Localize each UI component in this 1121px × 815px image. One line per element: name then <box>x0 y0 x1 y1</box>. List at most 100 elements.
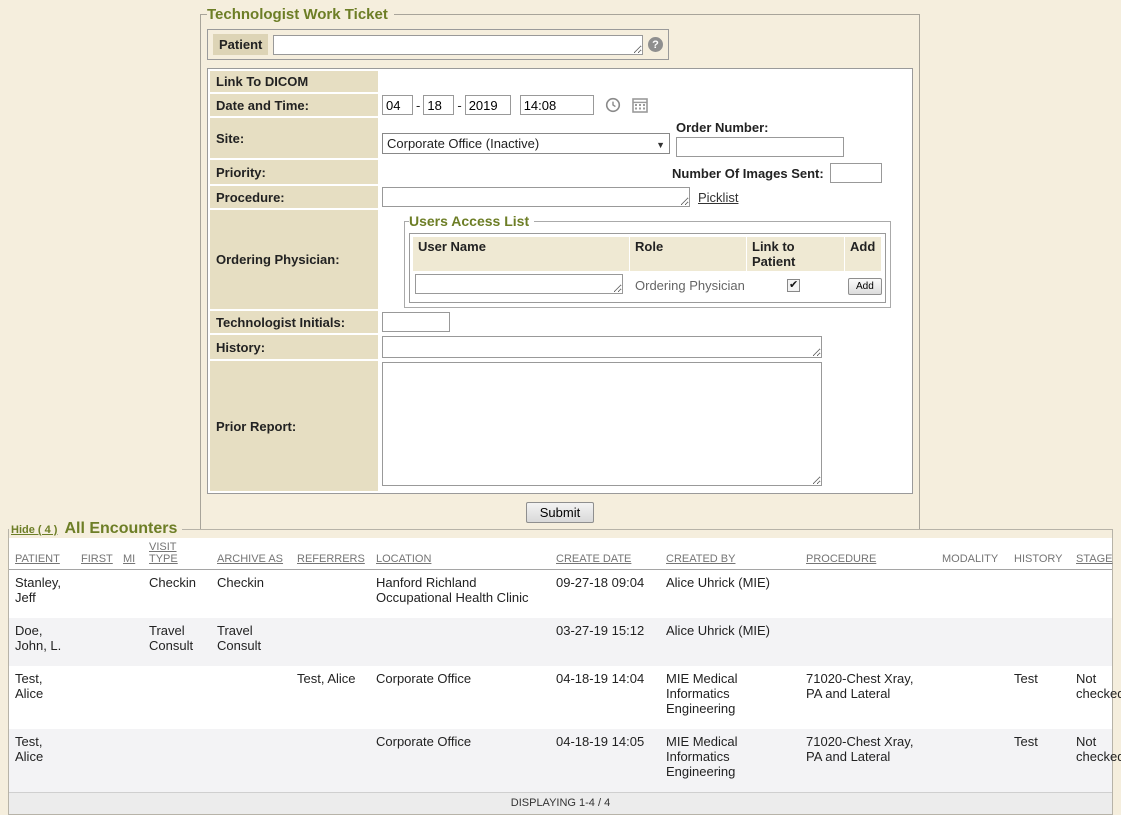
site-label: Site: <box>210 118 378 158</box>
cell-modality <box>936 729 1008 792</box>
column-header-procedure[interactable]: PROCEDURE <box>800 538 936 570</box>
cell-procedure: 71020-Chest Xray, PA and Lateral <box>800 666 936 729</box>
paging-status: DISPLAYING 1-4 / 4 <box>9 792 1112 814</box>
date-day-input[interactable] <box>423 95 454 115</box>
cell-visit-type <box>143 666 211 729</box>
cell-stage: Not checked <box>1070 666 1112 729</box>
site-select-value: Corporate Office (Inactive) <box>387 136 539 151</box>
encounters-title: All Encounters <box>64 520 177 538</box>
cell-create-date: 09-27-18 09:04 <box>550 570 660 619</box>
users-col-link-to-patient: Link to Patient <box>747 237 844 271</box>
cell-archive-as <box>211 729 291 792</box>
cell-stage <box>1070 618 1112 666</box>
user-name-input[interactable] <box>415 274 623 294</box>
column-header-modality: MODALITY <box>936 538 1008 570</box>
cell-visit-type <box>143 729 211 792</box>
column-header-location[interactable]: LOCATION <box>370 538 550 570</box>
order-number-label: Order Number: <box>676 119 844 137</box>
cell-create-date: 03-27-19 15:12 <box>550 618 660 666</box>
cell-created-by: Alice Uhrick (MIE) <box>660 570 800 619</box>
link-to-dicom-label: Link To DICOM <box>210 71 378 92</box>
cell-location <box>370 618 550 666</box>
picklist-link[interactable]: Picklist <box>698 190 738 205</box>
cell-visit-type: Travel Consult <box>143 618 211 666</box>
users-col-user-name: User Name <box>413 237 629 271</box>
cell-procedure <box>800 570 936 619</box>
cell-created-by: Alice Uhrick (MIE) <box>660 618 800 666</box>
cell-mi <box>117 618 143 666</box>
column-header-history: HISTORY <box>1008 538 1070 570</box>
cell-create-date: 04-18-19 14:04 <box>550 666 660 729</box>
images-sent-input[interactable] <box>830 163 882 183</box>
chevron-down-icon <box>656 136 665 151</box>
column-header-created-by[interactable]: CREATED BY <box>660 538 800 570</box>
date-separator: - <box>416 98 420 113</box>
cell-archive-as: Checkin <box>211 570 291 619</box>
cell-patient: Stanley, Jeff <box>9 570 75 619</box>
clock-icon[interactable] <box>605 97 621 113</box>
question-icon[interactable]: ? <box>648 37 663 52</box>
cell-created-by: MIE Medical Informatics Engineering <box>660 729 800 792</box>
calendar-icon[interactable] <box>632 97 648 113</box>
link-to-patient-checkbox[interactable] <box>787 279 800 292</box>
order-number-input[interactable] <box>676 137 844 157</box>
cell-modality <box>936 570 1008 619</box>
history-input[interactable] <box>382 336 822 358</box>
cell-modality <box>936 618 1008 666</box>
encounter-row[interactable]: Test, AliceCorporate Office04-18-19 14:0… <box>9 729 1112 792</box>
encounter-row[interactable]: Doe, John, L. Travel ConsultTravel Consul… <box>9 618 1112 666</box>
cell-stage <box>1070 570 1112 619</box>
column-header-patient[interactable]: PATIENT <box>9 538 75 570</box>
time-input[interactable] <box>520 95 594 115</box>
cell-stage: Not checked <box>1070 729 1112 792</box>
column-header-archive-as[interactable]: ARCHIVE AS <box>211 538 291 570</box>
cell-history: Test <box>1008 729 1070 792</box>
patient-label: Patient <box>213 34 268 55</box>
prior-report-input[interactable] <box>382 362 822 486</box>
date-time-label: Date and Time: <box>210 94 378 116</box>
column-header-visit-type[interactable]: VISIT TYPE <box>143 538 211 570</box>
date-month-input[interactable] <box>382 95 413 115</box>
prior-report-label: Prior Report: <box>210 361 378 491</box>
column-header-first[interactable]: FIRST <box>75 538 117 570</box>
cell-referrers <box>291 729 370 792</box>
encounter-row[interactable]: Stanley, JeffCheckinCheckinHanford Richl… <box>9 570 1112 619</box>
cell-patient: Test, Alice <box>9 666 75 729</box>
date-year-input[interactable] <box>465 95 511 115</box>
cell-location: Corporate Office <box>370 666 550 729</box>
cell-first <box>75 570 117 619</box>
procedure-label: Procedure: <box>210 186 378 208</box>
users-access-list-title: Users Access List <box>409 213 534 229</box>
encounters-header-row: PATIENTFIRSTMIVISIT TYPEARCHIVE ASREFERR… <box>9 538 1112 570</box>
ordering-physician-label: Ordering Physician: <box>210 210 378 309</box>
add-user-button[interactable]: Add <box>848 278 882 295</box>
patient-input[interactable] <box>273 35 643 55</box>
hide-encounters-link[interactable]: Hide ( 4 ) <box>11 524 57 536</box>
cell-modality <box>936 666 1008 729</box>
encounter-row[interactable]: Test, AliceTest, AliceCorporate Office04… <box>9 666 1112 729</box>
patient-row: Patient ? <box>207 29 669 60</box>
cell-location: Hanford Richland Occupational Health Cli… <box>370 570 550 619</box>
priority-label: Priority: <box>210 160 378 184</box>
cell-patient: Doe, John, L. <box>9 618 75 666</box>
cell-archive-as: Travel Consult <box>211 618 291 666</box>
tech-initials-input[interactable] <box>382 312 450 332</box>
cell-first <box>75 666 117 729</box>
site-select[interactable]: Corporate Office (Inactive) <box>382 133 670 154</box>
column-header-referrers[interactable]: REFERRERS <box>291 538 370 570</box>
cell-referrers <box>291 618 370 666</box>
column-header-create-date[interactable]: CREATE DATE <box>550 538 660 570</box>
users-col-role: Role <box>630 237 746 271</box>
column-header-mi[interactable]: MI <box>117 538 143 570</box>
cell-procedure: 71020-Chest Xray, PA and Lateral <box>800 729 936 792</box>
cell-referrers: Test, Alice <box>291 666 370 729</box>
ticket-form-table: Link To DICOM Date and Time: - - <box>207 68 913 494</box>
cell-history <box>1008 570 1070 619</box>
role-value: Ordering Physician <box>629 278 745 293</box>
column-header-stage[interactable]: STAGE <box>1070 538 1112 570</box>
history-label: History: <box>210 335 378 359</box>
cell-created-by: MIE Medical Informatics Engineering <box>660 666 800 729</box>
cell-patient: Test, Alice <box>9 729 75 792</box>
encounters-table: PATIENTFIRSTMIVISIT TYPEARCHIVE ASREFERR… <box>9 538 1112 792</box>
procedure-input[interactable] <box>382 187 690 207</box>
